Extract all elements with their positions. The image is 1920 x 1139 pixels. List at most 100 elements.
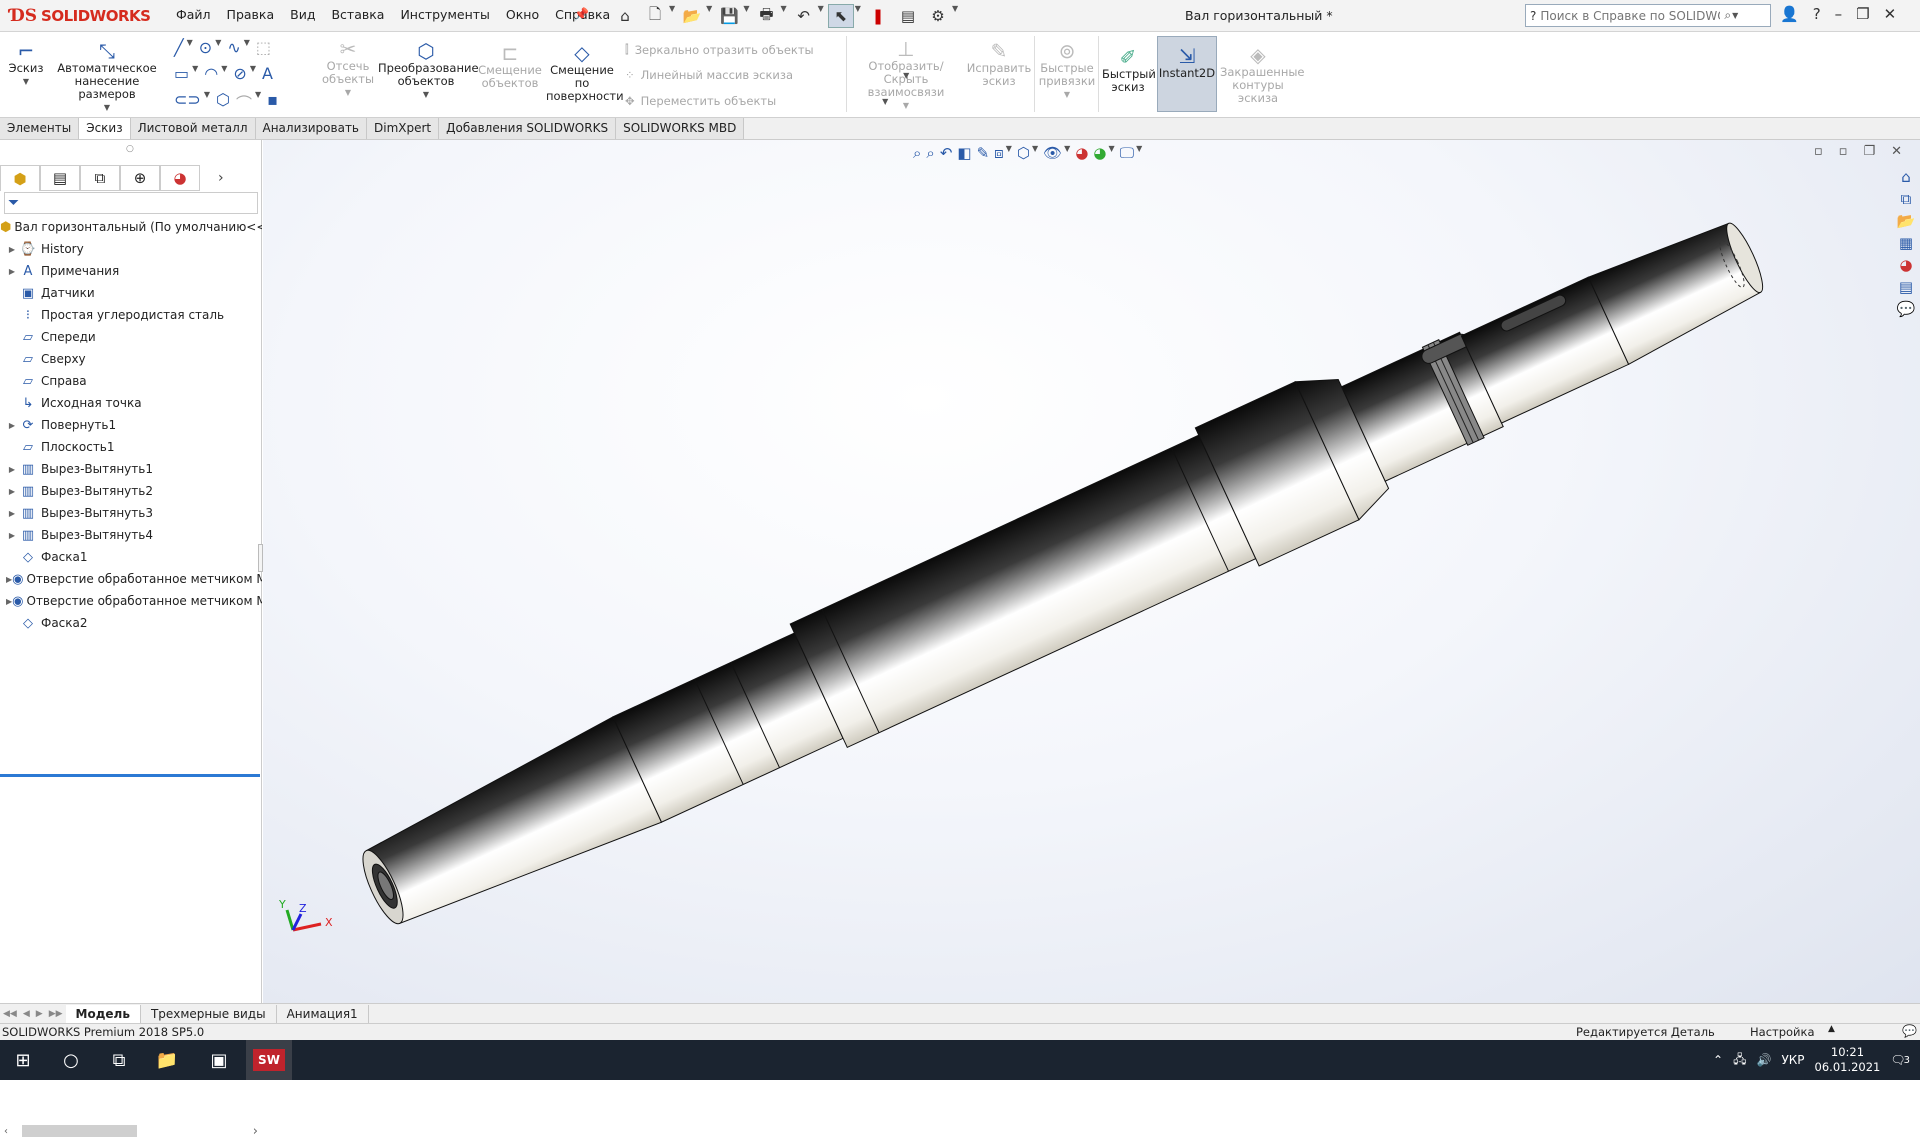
polygon-icon[interactable]: ⬡ (216, 90, 230, 114)
instant2d-button[interactable]: ⇲ Instant2D (1157, 36, 1217, 112)
volume-icon[interactable]: 🔊 (1757, 1053, 1772, 1067)
help-search[interactable]: ? ⌕ ▼ (1525, 4, 1771, 27)
undo-icon[interactable]: ↶ (791, 4, 817, 28)
circle-icon[interactable]: ⊙ (199, 38, 212, 57)
search-circle-icon[interactable]: ○ (48, 1040, 94, 1080)
tree-item[interactable]: ▱ Справа (0, 370, 262, 392)
tree-item[interactable]: ◇ Фаска2 (0, 612, 262, 634)
expand-arrow-icon[interactable]: ▶ (6, 487, 18, 496)
spline-icon[interactable]: ∿ (227, 38, 240, 57)
close-icon[interactable]: ✕ (1884, 5, 1897, 23)
menu-tools[interactable]: Инструменты (400, 7, 489, 22)
tab-animation[interactable]: Анимация1 (277, 1004, 369, 1023)
menu-insert[interactable]: Вставка (331, 7, 384, 22)
rapid-sketch-button[interactable]: ✐ Быстрый эскиз (1102, 46, 1156, 94)
tree-item[interactable]: ▶ A Примечания (0, 260, 262, 282)
sketch-button[interactable]: ⌐ Эскиз ▼ (6, 40, 46, 88)
last-tab-icon[interactable]: ▶▶ (46, 1009, 66, 1019)
menu-edit[interactable]: Правка (227, 7, 275, 22)
menu-window[interactable]: Окно (506, 7, 539, 22)
print-icon[interactable]: 🖶 (753, 4, 779, 28)
tree-item[interactable]: ▶ ▥ Вырез-Вытянуть2 (0, 480, 262, 502)
tree-item[interactable]: ▣ Датчики (0, 282, 262, 304)
task-view-icon[interactable]: ⧉ (96, 1040, 142, 1080)
dotted-grid-icon[interactable]: ⬚ (256, 38, 271, 57)
restore-icon[interactable]: ❐ (1856, 5, 1869, 23)
text-icon[interactable]: A (262, 64, 273, 83)
tab-addins[interactable]: Добавления SOLIDWORKS (439, 118, 617, 139)
scroll-left-icon[interactable]: ‹ (4, 1126, 8, 1137)
tree-item[interactable]: ▱ Плоскость1 (0, 436, 262, 458)
property-manager-tab-icon[interactable]: ▤ (40, 165, 80, 191)
chevron-down-icon[interactable]: ▼ (1732, 11, 1738, 20)
expand-arrow-icon[interactable]: ▶ (6, 531, 18, 540)
configuration-manager-tab-icon[interactable]: ⧉ (80, 165, 120, 191)
convert-entities-button[interactable]: ⬡ Преобразование объектов ▼ (378, 40, 479, 101)
file-explorer-taskbar-icon[interactable]: 📁 (144, 1040, 190, 1080)
rectangle-icon[interactable]: ▭ (174, 64, 189, 83)
tab-sheet-metal[interactable]: Листовой металл (130, 118, 256, 139)
line-icon[interactable]: ╱ (174, 38, 184, 57)
panel-splitter-handle[interactable]: ○ (126, 144, 134, 154)
expand-arrow-icon[interactable]: ▶ (6, 267, 18, 276)
tree-item[interactable]: ▱ Сверху (0, 348, 262, 370)
chevron-down-icon[interactable]: ▼ (743, 4, 749, 28)
file-properties-icon[interactable]: ▤ (895, 4, 921, 28)
save-icon[interactable]: 💾 (716, 4, 742, 28)
point-icon[interactable]: ▪ (267, 90, 278, 114)
units-customize[interactable]: Настройка (1750, 1025, 1815, 1039)
clock[interactable]: 10:21 06.01.2021 (1815, 1045, 1881, 1075)
tab-sketch[interactable]: Эскиз (79, 118, 131, 139)
chevron-down-icon[interactable]: ▼ (855, 4, 861, 28)
next-tab-icon[interactable]: ▶ (33, 1009, 46, 1019)
search-icon[interactable]: ⌕ (1724, 8, 1731, 23)
network-icon[interactable]: 🖧 (1733, 1050, 1746, 1071)
tree-filter[interactable]: ⏷ (4, 192, 258, 214)
select-cursor-icon[interactable]: ⬉ (827, 4, 854, 28)
tab-3d-views[interactable]: Трехмерные виды (141, 1004, 277, 1023)
tree-item[interactable]: ▶ ▥ Вырез-Вытянуть3 (0, 502, 262, 524)
rebuild-icon[interactable]: ❚ (865, 4, 891, 28)
shaded-contours-button[interactable]: ◈ Закрашенные контуры эскиза (1220, 44, 1305, 105)
offset-entities-button[interactable]: ⊏ Смещение объектов (478, 42, 542, 90)
open-icon[interactable]: 📂 (679, 4, 705, 28)
scroll-thumb[interactable] (22, 1125, 137, 1137)
expand-arrow-icon[interactable]: ▶ (6, 509, 18, 518)
tree-item[interactable]: ▶ ▥ Вырез-Вытянуть4 (0, 524, 262, 546)
language-indicator[interactable]: УКР (1781, 1053, 1804, 1067)
tree-horizontal-scrollbar[interactable]: ‹ › (4, 1123, 258, 1139)
rollback-bar[interactable] (0, 774, 260, 777)
expand-arrow-icon[interactable]: ▶ (6, 421, 18, 430)
solidworks-taskbar-icon[interactable]: SW (246, 1040, 292, 1080)
home-icon[interactable]: ⌂ (612, 4, 638, 28)
tree-item[interactable]: ▶ ⟳ Повернуть1 (0, 414, 262, 436)
dimxpert-manager-tab-icon[interactable]: ⊕ (120, 165, 160, 191)
tree-item[interactable]: ▶ ⌚ History (0, 238, 262, 260)
tree-item[interactable]: ▱ Спереди (0, 326, 262, 348)
menu-file[interactable]: Файл (176, 7, 211, 22)
tray-expand-icon[interactable]: ⌃ (1713, 1053, 1723, 1067)
windows-start-icon[interactable]: ⊞ (0, 1040, 46, 1080)
minimize-icon[interactable]: – (1835, 5, 1843, 23)
options-gear-icon[interactable]: ⚙ (925, 4, 951, 28)
display-relations-button[interactable]: ⊥ Отобразить/Скрыть взаимосвязи ▼ (852, 38, 960, 112)
chevron-down-icon[interactable]: ▼ (706, 4, 712, 28)
feature-manager-tab-icon[interactable]: ⬢ (0, 165, 40, 191)
tab-features[interactable]: Элементы (0, 118, 80, 139)
search-input[interactable] (1540, 8, 1721, 23)
first-tab-icon[interactable]: ◀◀ (0, 1009, 20, 1019)
new-document-icon[interactable]: 🗋 (642, 4, 668, 28)
tree-item[interactable]: ◇ Фаска1 (0, 546, 262, 568)
user-icon[interactable]: 👤 (1780, 5, 1799, 23)
tree-item[interactable]: ▶ ◉ Отверстие обработанное метчиком М (0, 590, 262, 612)
tree-item[interactable]: ▶ ▥ Вырез-Вытянуть1 (0, 458, 262, 480)
display-manager-tab-icon[interactable]: ◕ (160, 165, 200, 191)
app-taskbar-icon[interactable]: ▣ (196, 1040, 242, 1080)
pin-menu-icon[interactable]: 📌 (574, 7, 589, 21)
quick-snaps-button[interactable]: ⊚ Быстрые привязки ▼ (1038, 40, 1096, 101)
tree-item[interactable]: ▶ ◉ Отверстие обработанное метчиком М (0, 568, 262, 590)
fillet-arc-icon[interactable]: ⌒ (236, 90, 252, 114)
tree-item[interactable]: ⁝ Простая углеродистая сталь (0, 304, 262, 326)
arc-icon[interactable]: ◠ (204, 64, 218, 83)
chevron-up-icon[interactable]: ▲ (1828, 1024, 1835, 1034)
